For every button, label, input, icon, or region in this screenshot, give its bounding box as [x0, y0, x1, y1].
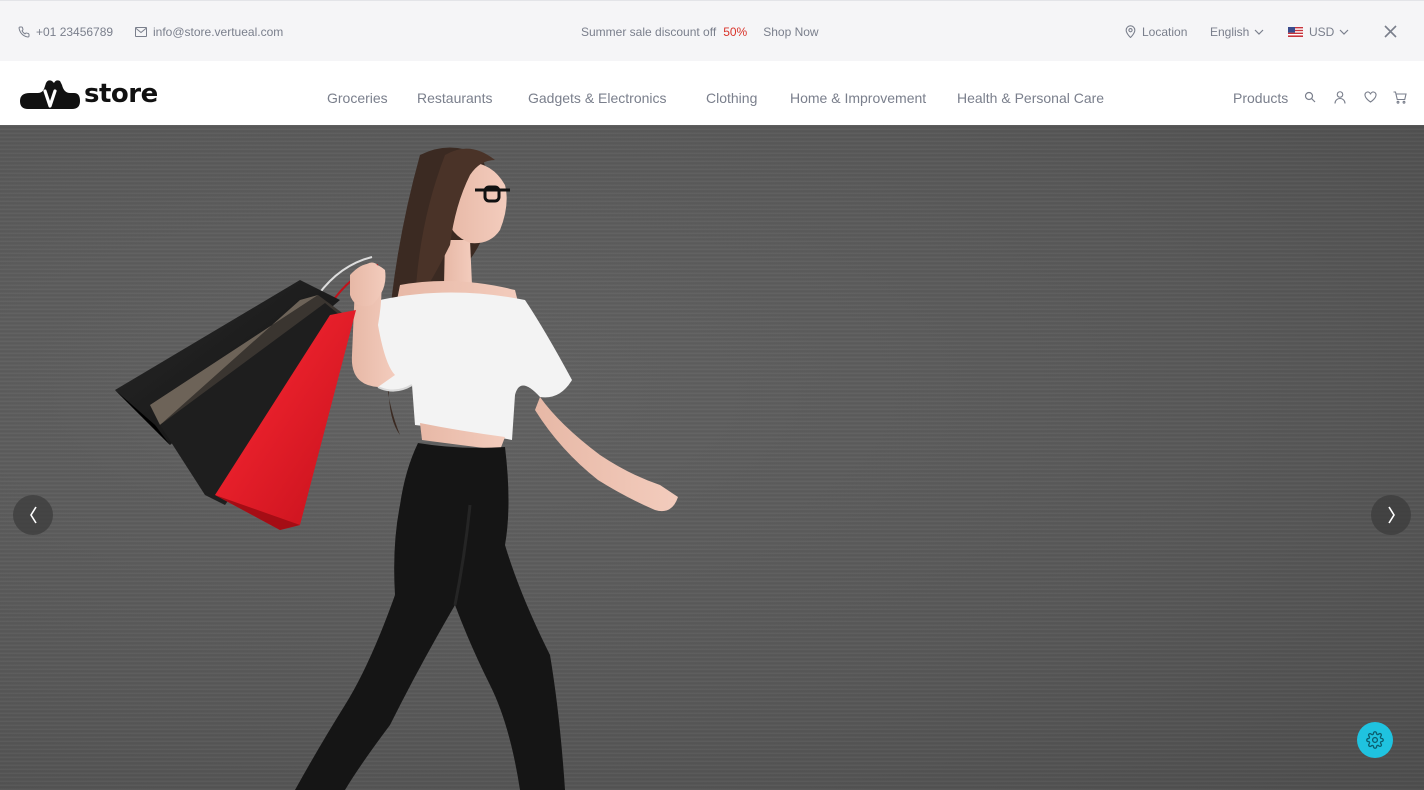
- nav-groceries[interactable]: Groceries: [327, 61, 388, 125]
- nav-restaurants[interactable]: Restaurants: [417, 61, 492, 125]
- chevron-right-icon: [1387, 506, 1395, 524]
- promo-percent: 50%: [723, 24, 748, 39]
- language-label: English: [1210, 24, 1250, 39]
- currency-selector[interactable]: USD: [1288, 1, 1349, 62]
- nav-gadgets-electronics[interactable]: Gadgets & Electronics: [528, 61, 667, 125]
- email-contact[interactable]: info@store.vertueal.com: [135, 1, 283, 62]
- settings-button[interactable]: [1357, 722, 1393, 758]
- top-bar: +01 23456789 info@store.vertueal.com Sum…: [0, 0, 1424, 61]
- nav-clothing[interactable]: Clothing: [706, 61, 757, 125]
- chevron-down-icon: [1339, 29, 1349, 35]
- hero-slider: [0, 125, 1424, 790]
- search-icon[interactable]: [1304, 91, 1316, 103]
- currency-label: USD: [1309, 24, 1335, 39]
- close-icon: [1384, 25, 1397, 38]
- email-address: info@store.vertueal.com: [153, 24, 284, 39]
- slider-next-button[interactable]: [1371, 495, 1411, 535]
- nav-health-personal-care[interactable]: Health & Personal Care: [957, 61, 1104, 125]
- slider-prev-button[interactable]: [13, 495, 53, 535]
- chevron-down-icon: [1254, 29, 1264, 35]
- shop-now-link[interactable]: Shop Now: [763, 25, 818, 39]
- logo[interactable]: store: [18, 77, 158, 111]
- phone-icon: [18, 25, 30, 37]
- promo-banner: Summer sale discount off 50% Shop Now: [581, 1, 819, 62]
- products-link[interactable]: Products: [1233, 61, 1288, 125]
- gear-icon: [1366, 731, 1384, 749]
- phone-number: +01 23456789: [36, 24, 114, 39]
- heart-icon[interactable]: [1364, 91, 1377, 103]
- hero-model-image: [115, 147, 678, 790]
- cart-icon[interactable]: [1393, 91, 1407, 104]
- close-topbar-button[interactable]: [1384, 1, 1403, 62]
- location-selector[interactable]: Location: [1125, 1, 1187, 62]
- logo-mark-icon: [20, 80, 80, 109]
- main-header: store Groceries Restaurants Gadgets & El…: [0, 61, 1424, 125]
- promo-text: Summer sale discount off: [581, 24, 717, 39]
- mail-icon: [135, 26, 147, 37]
- location-pin-icon: [1125, 25, 1136, 38]
- nav-home-improvement[interactable]: Home & Improvement: [790, 61, 926, 125]
- user-icon[interactable]: [1334, 91, 1346, 104]
- us-flag-icon: [1288, 26, 1303, 37]
- chevron-left-icon: [29, 506, 37, 524]
- phone-contact[interactable]: +01 23456789: [18, 1, 113, 62]
- location-label: Location: [1142, 24, 1188, 39]
- language-selector[interactable]: English: [1210, 1, 1264, 62]
- logo-text: store: [84, 79, 158, 109]
